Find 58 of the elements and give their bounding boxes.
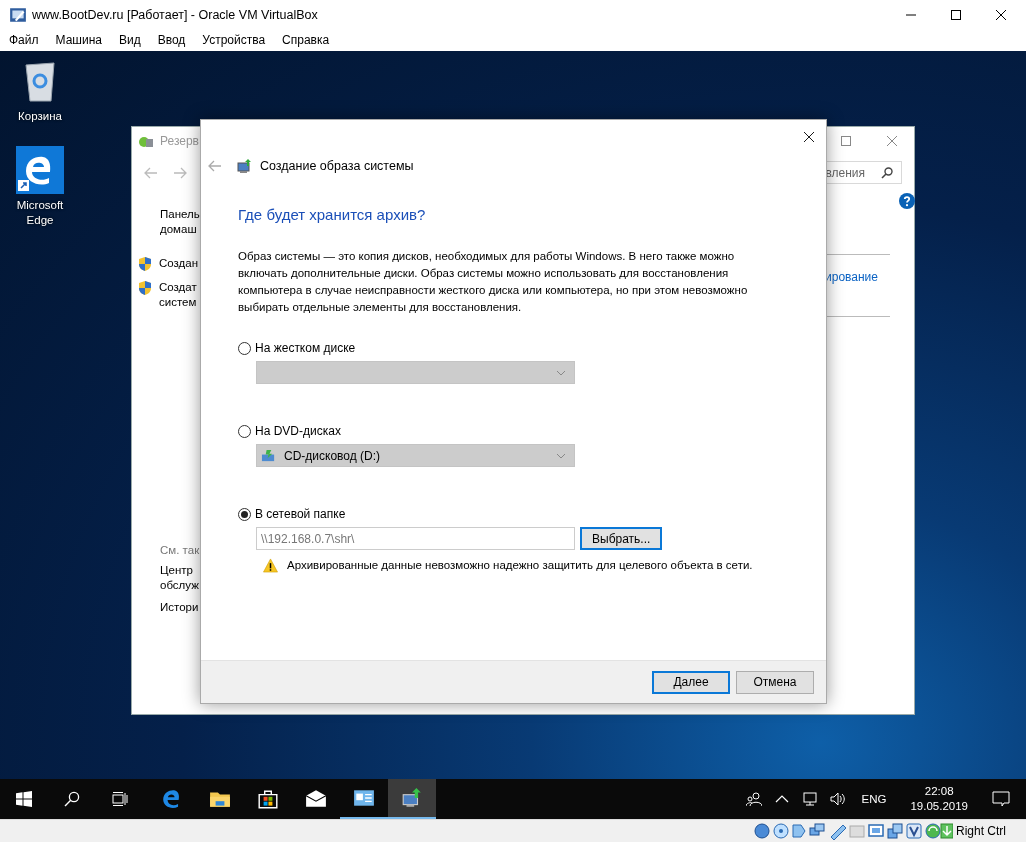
dialog-heading: Где будет хранится архив?: [238, 206, 427, 223]
close-icon[interactable]: [804, 132, 814, 142]
nav-link-text[interactable]: Центр: [160, 563, 200, 578]
computer-icon: [401, 787, 423, 809]
radio-button[interactable]: [238, 507, 251, 521]
nav-link-text[interactable]: домаш: [160, 222, 201, 237]
maximize-icon[interactable]: [951, 9, 961, 20]
network-icon[interactable]: [801, 791, 818, 807]
host-key-label: Right Ctrl: [956, 824, 1006, 838]
app-icon: [9, 5, 27, 24]
warning-icon: [263, 558, 278, 573]
speaker-icon[interactable]: [829, 791, 846, 807]
dialog-button[interactable]: Отмена: [736, 670, 814, 694]
computer-icon: [237, 158, 253, 174]
desktop-icon-label[interactable]: Корзина: [10, 109, 70, 124]
edge-icon[interactable]: [16, 146, 64, 194]
nav-link-text[interactable]: Панель: [160, 207, 201, 222]
warning-text: Архивированные данные невозможно надежно защитить для целевого объекта в сети.: [287, 558, 754, 573]
windows-logo-icon: [16, 791, 32, 807]
desktop-icon-label[interactable]: Microsoft Edge: [10, 198, 70, 228]
menu-item[interactable]: Файл: [9, 33, 39, 48]
section-heading: См. так: [160, 544, 200, 556]
clock[interactable]: 22:08 19.05.2019: [910, 784, 968, 814]
menu-item[interactable]: Справка: [282, 33, 330, 48]
description-text: Образ системы — это копия дисков, необходимых для работы Windows. В него также можно включать дополнительные диски. Образ системы можно использовать для восстановления компьютера в случае неисправности жесткого диска или компьютера, но при этом невозможно выбирать отдельные элементы для восстановления.: [238, 249, 749, 315]
nav-link-text[interactable]: Истори: [160, 600, 200, 615]
dialog-button[interactable]: Далее: [652, 670, 730, 694]
notification-icon[interactable]: [992, 791, 1010, 807]
close-icon[interactable]: [996, 9, 1006, 20]
language-indicator[interactable]: ENG: [861, 793, 887, 805]
people-icon[interactable]: [745, 791, 762, 807]
search-icon: [64, 791, 80, 807]
search-icon: [881, 166, 893, 179]
window-title: www.BootDev.ru [Работает] - Oracle VM VirtualBox: [32, 7, 318, 22]
nav-link-text[interactable]: обслуж: [160, 578, 200, 593]
drive-icon: [261, 448, 276, 463]
task-link-text[interactable]: Создат: [159, 280, 197, 295]
chevron-down-icon: [556, 369, 566, 376]
task-link-text[interactable]: Создан: [159, 256, 199, 271]
link[interactable]: ирование: [825, 270, 878, 284]
shield-icon: [137, 256, 153, 272]
envelope-icon: [305, 788, 327, 810]
control-panel-icon: [353, 787, 375, 809]
browse-button[interactable]: Выбрать...: [580, 527, 663, 550]
help-icon[interactable]: [899, 193, 915, 209]
dialog-title: Создание образа системы: [260, 159, 414, 173]
task-link-text[interactable]: систем: [159, 295, 197, 310]
menu-item[interactable]: Машина: [55, 33, 102, 48]
shopping-bag-icon: [257, 788, 279, 810]
chevron-down-icon: [556, 452, 566, 459]
task-view-icon: [112, 791, 128, 807]
path-field[interactable]: \\192.168.0.7\shr\: [256, 527, 575, 550]
radio-label[interactable]: В сетевой папке: [255, 507, 346, 521]
menu-item[interactable]: Ввод: [157, 33, 186, 48]
menu-item[interactable]: Вид: [118, 33, 141, 48]
menu-item[interactable]: Устройства: [202, 33, 266, 48]
shield-icon: [137, 280, 153, 296]
window-title: Резерв: [160, 134, 199, 148]
